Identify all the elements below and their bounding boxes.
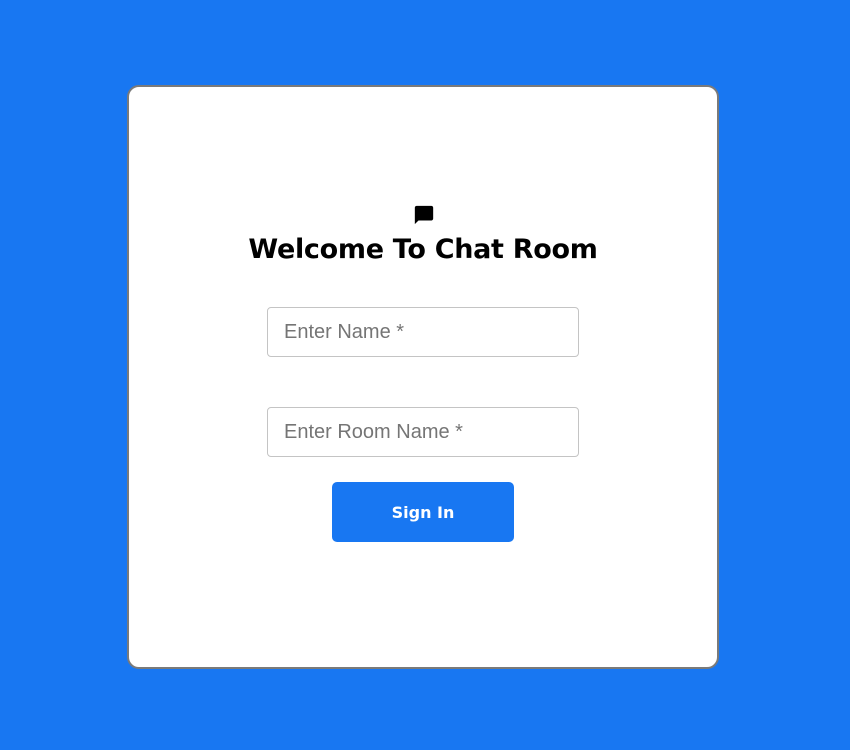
page-background: { "login": { "title": "Welcome To Chat R… bbox=[0, 0, 850, 750]
name-input[interactable] bbox=[267, 307, 579, 357]
login-card: Welcome To Chat Room Sign In bbox=[127, 85, 719, 669]
room-name-input[interactable] bbox=[267, 407, 579, 457]
sign-in-button[interactable]: Sign In bbox=[332, 482, 514, 542]
chat-icon bbox=[413, 204, 435, 226]
page-title: Welcome To Chat Room bbox=[248, 234, 598, 265]
